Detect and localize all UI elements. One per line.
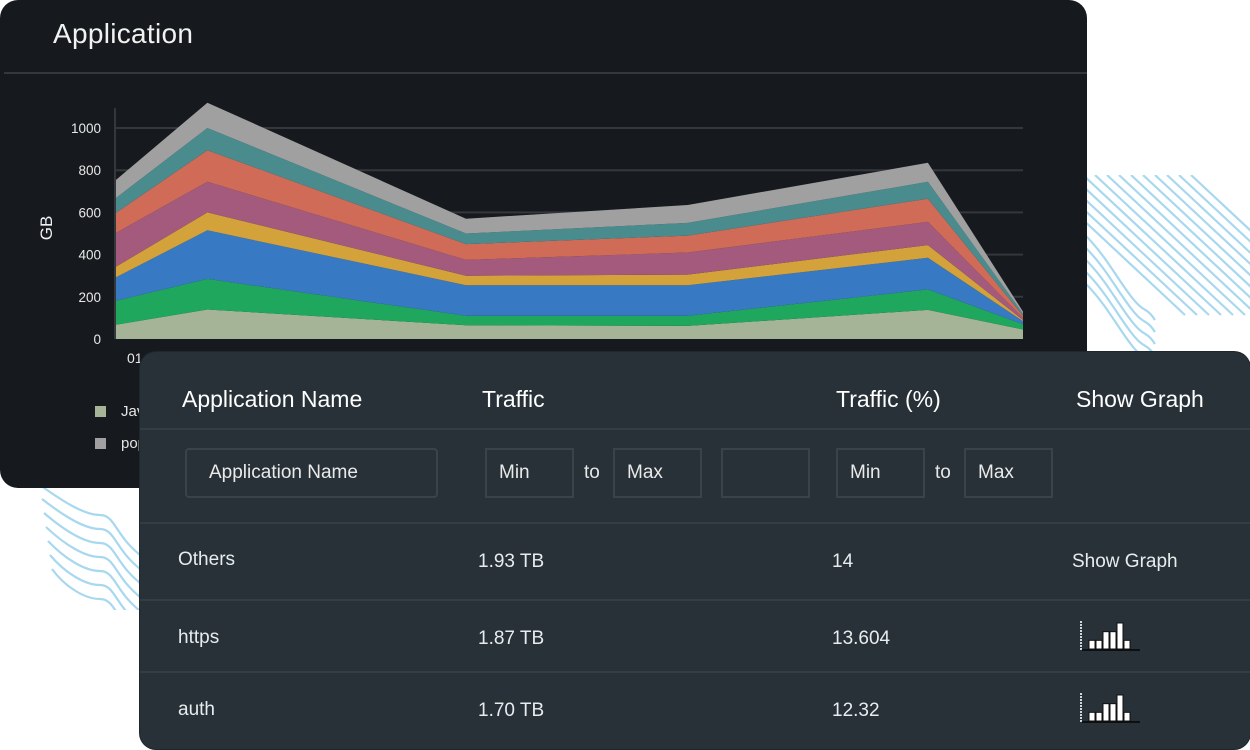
spark-bar [1095,639,1103,650]
contour-line [41,498,141,570]
spark-bar [1123,639,1131,650]
cell-application-name: auth [178,699,215,720]
spark-bar [1095,711,1103,722]
contour-line [1166,175,1250,254]
bar-chart-icon[interactable] [1078,690,1142,726]
axis-tick [1080,714,1082,716]
y-tick-label: 1000 [71,121,101,136]
axis-tick [1080,699,1082,701]
axis-tick [1080,702,1082,704]
column-header-traffic-percent[interactable]: Traffic (%) [836,386,941,413]
cell-application-name: Others [178,549,236,570]
cell-traffic-percent: 13.604 [832,628,891,649]
axis-tick [1080,696,1082,698]
column-header-traffic[interactable]: Traffic [482,386,545,413]
legend-item[interactable]: pop [95,435,146,452]
spark-bar [1088,639,1096,650]
contour-line [45,526,141,598]
axis-tick [1080,708,1082,710]
column-header-show-graph[interactable]: Show Graph [1076,386,1204,413]
axis-tick [1080,627,1082,629]
y-tick-label: 600 [78,205,101,220]
cell-traffic: 1.87 TB [478,628,545,649]
axis-tick [1080,630,1082,632]
spark-bar [1116,694,1124,722]
y-tick-label: 200 [78,290,101,305]
axis-tick [1080,705,1082,707]
y-tick-label: 400 [78,248,101,263]
axis-tick [1080,693,1082,695]
y-axis-label: GB [37,216,56,241]
spark-bar [1102,703,1110,722]
traffic-range-to-label: to [584,462,600,483]
traffic-unit-input[interactable] [721,448,810,498]
axis-tick [1080,648,1082,650]
spark-bar [1123,711,1131,722]
contour-line [1085,270,1156,355]
axis-tick [1080,720,1082,722]
spark-bar [1116,622,1124,650]
axis-tick [1080,636,1082,638]
column-header-application-name[interactable]: Application Name [182,386,362,413]
contour-line [47,540,141,610]
application-name-filter-input[interactable] [185,448,438,498]
show-graph-link[interactable]: Show Graph [1072,551,1178,573]
traffic-max-input[interactable] [613,448,702,498]
header-divider [140,428,1250,430]
filter-row-divider [140,522,1250,524]
row-divider [140,671,1250,673]
axis-tick [1080,711,1082,713]
spark-bar [1109,631,1117,650]
application-traffic-table: Application Name Traffic Traffic (%) Sho… [140,352,1250,749]
legend-swatch [95,438,106,449]
contour-decoration-right [1085,175,1250,355]
axis-tick [1080,633,1082,635]
cell-application-name: https [178,627,220,648]
legend-item[interactable]: Jav [95,403,144,420]
contour-line [51,568,117,610]
traffic-percent-min-input[interactable] [836,448,925,498]
cell-traffic-percent: 14 [832,551,854,572]
contour-line [1085,246,1156,333]
axis-tick [1080,645,1082,647]
traffic-percent-max-input[interactable] [964,448,1053,498]
axis-tick [1080,717,1082,719]
contour-decoration-left [39,485,141,610]
contour-line [1085,258,1156,345]
y-tick-label: 0 [93,332,101,347]
traffic-min-input[interactable] [485,448,574,498]
spark-bar [1102,631,1110,650]
legend-swatch [95,406,106,417]
row-divider [140,599,1250,601]
axis-tick [1080,639,1082,641]
axis-tick [1080,621,1082,623]
axis-tick [1080,642,1082,644]
contour-line [1094,175,1246,316]
cell-traffic: 1.70 TB [478,700,545,721]
contour-line [39,485,141,556]
traffic-percent-range-to-label: to [935,462,951,483]
bar-chart-icon[interactable] [1078,618,1142,654]
cell-traffic-percent: 12.32 [832,700,880,721]
axis-tick [1080,624,1082,626]
cell-traffic: 1.93 TB [478,551,545,572]
y-tick-label: 800 [78,163,101,178]
contour-line [43,512,141,584]
contour-line [1085,175,1234,316]
spark-bar [1109,703,1117,722]
spark-bar [1088,711,1096,722]
